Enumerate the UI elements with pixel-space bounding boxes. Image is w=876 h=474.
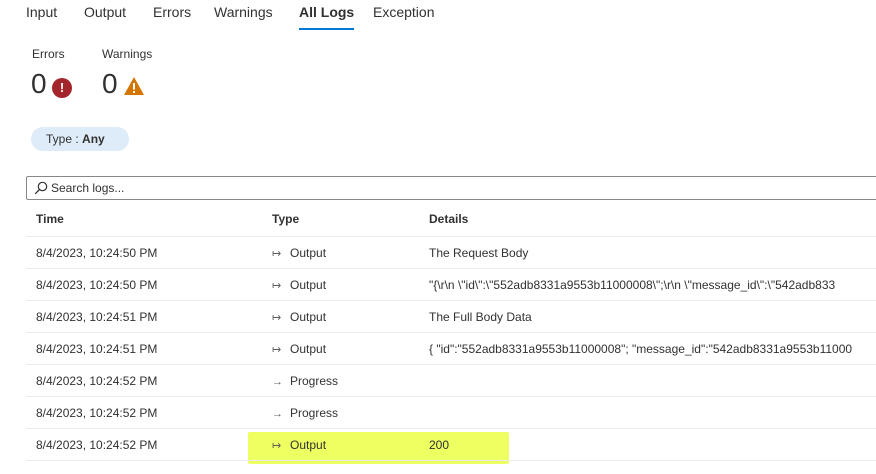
row-type: ↦ Output bbox=[272, 310, 412, 324]
column-header-time[interactable]: Time bbox=[36, 212, 64, 226]
warning-icon bbox=[124, 77, 144, 95]
warnings-label: Warnings bbox=[102, 47, 153, 61]
table-body: 8/4/2023, 10:24:50 PM ↦ Output The Request … bbox=[26, 237, 876, 461]
search-input[interactable] bbox=[51, 179, 871, 197]
filter-prefix: Type : bbox=[46, 132, 83, 146]
column-header-details[interactable]: Details bbox=[429, 212, 468, 226]
row-time: 8/4/2023, 10:24:50 PM bbox=[36, 246, 158, 260]
tab-bar: Input Output Errors Warnings All Logs Ex… bbox=[0, 0, 876, 32]
output-icon: ↦ bbox=[272, 344, 282, 356]
table-row[interactable]: 8/4/2023, 10:24:51 PM ↦ Output The Full Bod… bbox=[26, 301, 876, 333]
error-icon: ! bbox=[52, 78, 72, 98]
table-row[interactable]: 8/4/2023, 10:24:50 PM ↦ Output "{\r\n \"id\… bbox=[26, 269, 876, 301]
table-row[interactable]: 8/4/2023, 10:24:52 PM → Progress bbox=[26, 397, 876, 429]
row-details: "{\r\n \"id\":\"552adb8331a9553b11000008… bbox=[429, 278, 836, 292]
row-type: ↦ Output bbox=[272, 342, 412, 356]
tab-output[interactable]: Output bbox=[84, 4, 126, 20]
row-type: ↦ Output bbox=[272, 438, 412, 452]
row-type: → Progress bbox=[272, 374, 412, 388]
row-details: { "id":"552adb8331a9553b11000008"; "mess… bbox=[429, 342, 853, 356]
search-box[interactable] bbox=[26, 176, 876, 200]
warnings-count: 0 bbox=[102, 68, 118, 99]
log-table: Time Type Details 8/4/2023, 10:24:50 PM ↦… bbox=[26, 202, 876, 461]
row-type: → Progress bbox=[272, 406, 412, 420]
table-row[interactable]: 8/4/2023, 10:24:52 PM → Progress bbox=[26, 365, 876, 397]
table-header: Time Type Details bbox=[26, 202, 876, 237]
arrow-right-icon: → bbox=[272, 376, 283, 388]
output-icon: ↦ bbox=[272, 440, 282, 452]
column-header-type[interactable]: Type bbox=[272, 212, 299, 226]
tab-exception[interactable]: Exception bbox=[373, 4, 434, 20]
filter-value: Any bbox=[82, 132, 105, 146]
row-time: 8/4/2023, 10:24:52 PM bbox=[36, 438, 158, 452]
row-type-label: Output bbox=[290, 246, 327, 260]
output-icon: ↦ bbox=[272, 248, 282, 260]
errors-label: Errors bbox=[32, 47, 65, 61]
row-time: 8/4/2023, 10:24:50 PM bbox=[36, 278, 158, 292]
tab-errors[interactable]: Errors bbox=[153, 4, 191, 20]
row-time: 8/4/2023, 10:24:51 PM bbox=[36, 342, 158, 356]
tab-input[interactable]: Input bbox=[26, 4, 57, 20]
search-icon bbox=[34, 181, 48, 195]
row-type-label: Output bbox=[290, 310, 327, 324]
row-details: 200 bbox=[429, 438, 450, 452]
row-type-label: Progress bbox=[290, 406, 339, 420]
row-time: 8/4/2023, 10:24:52 PM bbox=[36, 374, 158, 388]
row-details: The Full Body Data bbox=[429, 310, 532, 324]
output-icon: ↦ bbox=[272, 280, 282, 292]
row-type: ↦ Output bbox=[272, 278, 412, 292]
row-details: The Request Body bbox=[429, 246, 529, 260]
row-type-label: Output bbox=[290, 438, 327, 452]
row-type-label: Output bbox=[290, 342, 327, 356]
row-type-label: Progress bbox=[290, 374, 339, 388]
row-type: ↦ Output bbox=[272, 246, 412, 260]
table-row[interactable]: 8/4/2023, 10:24:51 PM ↦ Output { "id":"552a… bbox=[26, 333, 876, 365]
type-filter-pill[interactable]: Type : Any bbox=[31, 127, 129, 151]
tab-warnings[interactable]: Warnings bbox=[214, 4, 273, 20]
row-time: 8/4/2023, 10:24:52 PM bbox=[36, 406, 158, 420]
arrow-right-icon: → bbox=[272, 408, 283, 420]
errors-count: 0 bbox=[31, 68, 47, 99]
row-type-label: Output bbox=[290, 278, 327, 292]
output-icon: ↦ bbox=[272, 312, 282, 324]
table-row[interactable]: 8/4/2023, 10:24:52 PM ↦ Output 200 bbox=[26, 429, 876, 461]
table-row[interactable]: 8/4/2023, 10:24:50 PM ↦ Output The Request … bbox=[26, 237, 876, 269]
row-time: 8/4/2023, 10:24:51 PM bbox=[36, 310, 158, 324]
tab-all-logs[interactable]: All Logs bbox=[299, 4, 355, 30]
